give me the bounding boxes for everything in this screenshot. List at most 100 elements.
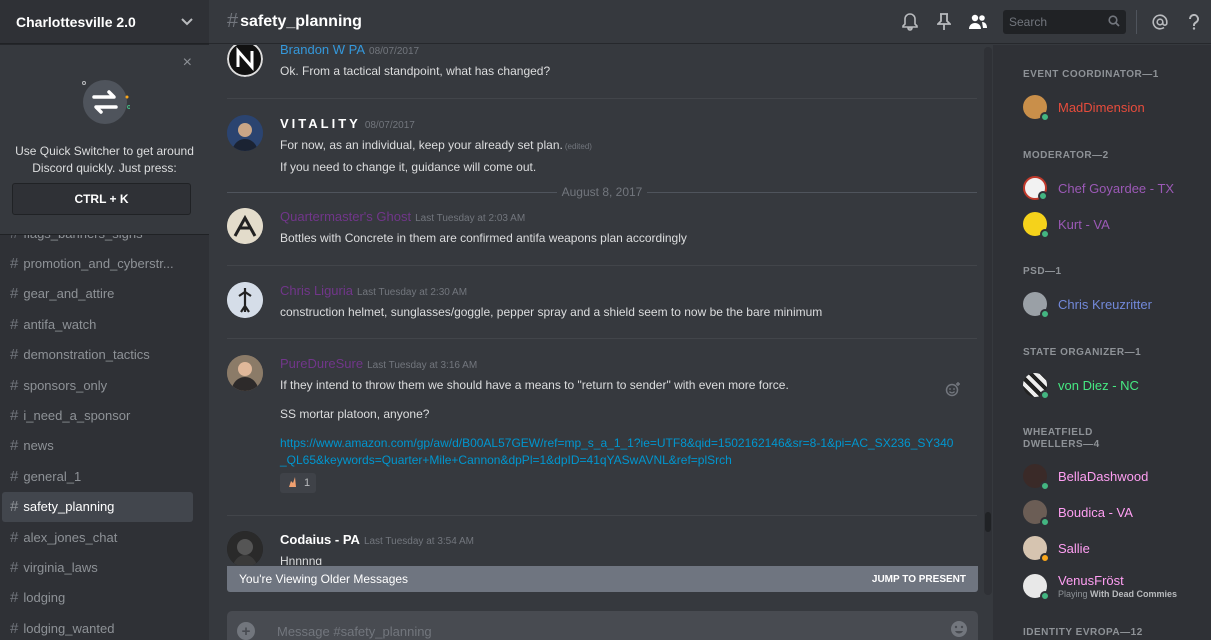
avatar[interactable]: [227, 282, 263, 318]
quick-switcher-shortcut[interactable]: CTRL + K: [12, 183, 191, 215]
message-header: Chris Liguria Last Tuesday at 2:30 AM: [280, 282, 960, 302]
message-text: Bottles with Concrete in them are confir…: [280, 231, 687, 245]
member-item[interactable]: Chef Goyardee - TX: [1023, 173, 1174, 203]
avatar[interactable]: [227, 355, 263, 391]
date-divider: August 8, 2017: [227, 185, 977, 199]
message-body: Chris Liguria Last Tuesday at 2:30 AM con…: [280, 282, 960, 322]
member-item[interactable]: Sallie: [1023, 533, 1090, 563]
member-item[interactable]: Boudica - VA: [1023, 497, 1133, 527]
member-item[interactable]: Chris Kreuzritter: [1023, 289, 1152, 319]
message-header: PureDureSure Last Tuesday at 3:16 AM: [280, 355, 960, 375]
member-name: Chef Goyardee - TX: [1058, 180, 1175, 196]
pin-icon[interactable]: [927, 0, 961, 44]
member-name: BellaDashwood: [1058, 468, 1149, 484]
member-item[interactable]: MadDimension: [1023, 92, 1145, 122]
hash-icon: #: [10, 619, 19, 637]
avatar: [1023, 500, 1050, 527]
channel-label: sponsors_only: [23, 377, 108, 393]
online-status-icon: [1038, 191, 1048, 201]
message-author[interactable]: Codaius - PA: [280, 532, 360, 547]
role-header: EVENT COORDINATOR—1: [1023, 69, 1159, 80]
scrollbar-thumb[interactable]: [985, 512, 991, 532]
member-item[interactable]: VenusFröst Playing With Dead Commies: [1023, 569, 1177, 603]
message-body: Brandon W PA 08/07/2017 Ok. From a tactic…: [280, 45, 960, 81]
member-list: EVENT COORDINATOR—1 MadDimension MODERAT…: [993, 45, 1211, 640]
channel-lodging[interactable]: # lodging: [2, 583, 193, 613]
avatar: [1023, 574, 1050, 601]
chevron-down-icon[interactable]: [181, 15, 193, 29]
channel-antifa-watch[interactable]: # antifa_watch: [2, 309, 193, 339]
channel-i-need-a-sponsor[interactable]: # i_need_a_sponsor: [2, 400, 193, 430]
mention-icon[interactable]: [1143, 0, 1177, 44]
avatar[interactable]: [227, 208, 263, 244]
channel-lodging-wanted[interactable]: # lodging_wanted: [2, 613, 193, 640]
channel-alex-jones-chat[interactable]: # alex_jones_chat: [2, 522, 193, 552]
channel-virginia-laws[interactable]: # virginia_laws: [2, 552, 193, 582]
channel-label: demonstration_tactics: [23, 347, 150, 363]
search-icon: [1108, 14, 1120, 30]
message-text: For now, as an individual, keep your alr…: [280, 135, 960, 157]
header-divider: [1136, 10, 1137, 34]
server-header[interactable]: Charlottesville 2.0: [0, 0, 209, 44]
hash-icon: #: [10, 467, 19, 485]
message-timestamp: 08/07/2017: [369, 46, 420, 57]
channel-news[interactable]: # news: [2, 431, 193, 461]
message-author[interactable]: PureDureSure: [280, 356, 363, 371]
message-link[interactable]: https://www.amazon.com/gp/aw/d/B00AL57GE…: [280, 435, 960, 469]
message-author[interactable]: VITALITY: [280, 116, 361, 131]
activity-game: With Dead Commies: [1090, 589, 1177, 599]
member-item[interactable]: Kurt - VA: [1023, 209, 1110, 239]
message-body: VITALITY 08/07/2017 For now, as an indivi…: [280, 115, 960, 177]
online-status-icon: [1040, 481, 1050, 491]
message-input[interactable]: Message #safety_planning: [277, 624, 950, 639]
add-reaction-icon[interactable]: [945, 381, 961, 402]
message-text: If you need to change it, guidance will …: [280, 160, 537, 174]
channel-demonstration-tactics[interactable]: # demonstration_tactics: [2, 340, 193, 370]
message-timestamp: Last Tuesday at 2:03 AM: [415, 213, 526, 224]
channel-promotion-and-cyberstrategy[interactable]: # promotion_and_cyberstr...: [2, 248, 193, 278]
channel-gear-and-attire[interactable]: # gear_and_attire: [2, 279, 193, 309]
channel-header: # safety_planning Search: [209, 0, 1211, 44]
bell-icon[interactable]: [893, 0, 927, 44]
message-divider: [227, 515, 977, 516]
message-author[interactable]: Brandon W PA: [280, 45, 365, 57]
member-item[interactable]: von Diez - NC: [1023, 370, 1139, 400]
jump-to-present-button[interactable]: JUMP TO PRESENT: [872, 574, 966, 585]
online-status-icon: [1040, 591, 1050, 601]
channel-label: i_need_a_sponsor: [23, 408, 131, 424]
message-author[interactable]: Chris Liguria: [280, 283, 353, 298]
server-name: Charlottesville 2.0: [16, 13, 136, 30]
channel-safety-planning[interactable]: # safety_planning: [2, 491, 193, 522]
role-header: MODERATOR—2: [1023, 150, 1109, 161]
message: Codaius - PA Last Tuesday at 3:54 AM Hnnn…: [227, 531, 977, 565]
members-icon[interactable]: [961, 0, 995, 44]
reaction[interactable]: 1: [280, 473, 317, 493]
hash-icon: #: [10, 589, 19, 607]
message-list: Brandon W PA 08/07/2017 Ok. From a tactic…: [209, 45, 993, 565]
member-item[interactable]: BellaDashwood: [1023, 461, 1148, 491]
help-icon[interactable]: [1177, 0, 1211, 44]
avatar[interactable]: [227, 45, 263, 77]
avatar: [1023, 176, 1048, 201]
message-author[interactable]: Quartermaster's Ghost: [280, 209, 411, 224]
channel-sponsors-only[interactable]: # sponsors_only: [2, 370, 193, 400]
avatar[interactable]: [227, 531, 263, 565]
message-timestamp: Last Tuesday at 3:16 AM: [367, 360, 478, 371]
older-messages-text: You're Viewing Older Messages: [239, 572, 409, 586]
online-status-icon: [1040, 517, 1050, 527]
message-timestamp: 08/07/2017: [364, 120, 415, 131]
close-icon[interactable]: ×: [183, 55, 192, 71]
message: VITALITY 08/07/2017 For now, as an indivi…: [227, 115, 977, 175]
emoji-icon[interactable]: [950, 620, 968, 640]
channel-list: #flags_banners_signs #promotion_and_cybe…: [0, 218, 209, 640]
channel-label: gear_and_attire: [23, 286, 115, 302]
hash-icon: #: [227, 10, 239, 32]
search-input[interactable]: Search: [1003, 10, 1126, 34]
idle-status-icon: [1040, 553, 1050, 563]
channel-general-1[interactable]: # general_1: [2, 461, 193, 491]
avatar[interactable]: [227, 115, 263, 151]
message-body: PureDureSure Last Tuesday at 3:16 AM If t…: [280, 355, 960, 493]
upload-plus-icon[interactable]: +: [237, 622, 255, 640]
message-line: For now, as an individual, keep your alr…: [280, 138, 563, 152]
discord-app: Charlottesville 2.0 #flags_banners_signs…: [0, 0, 1211, 640]
